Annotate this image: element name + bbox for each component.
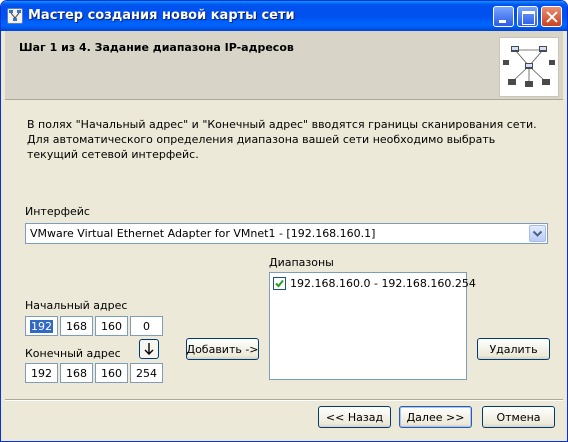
end-address-field[interactable]: 192 168 160 254 — [25, 363, 163, 383]
start-octet-1[interactable]: 192 — [25, 316, 58, 336]
start-address-field[interactable]: 192 168 160 0 — [25, 316, 163, 336]
wizard-body: В полях "Начальный адрес" и "Конечный ад… — [5, 101, 563, 399]
arrow-down-icon — [144, 343, 154, 355]
ranges-label: Диапазоны — [269, 256, 334, 269]
end-octet-4[interactable]: 254 — [130, 363, 163, 383]
step-title: Шаг 1 из 4. Задание диапазона IP-адресов — [19, 41, 294, 54]
close-button[interactable] — [541, 6, 562, 27]
copy-down-button[interactable] — [139, 339, 159, 359]
chevron-down-icon[interactable] — [529, 225, 546, 242]
start-octet-1-value: 192 — [30, 319, 53, 333]
back-button[interactable]: << Назад — [318, 406, 391, 428]
start-address-label: Начальный адрес — [25, 299, 128, 312]
network-diagram-image — [499, 37, 559, 97]
window-title: Мастер создания новой карты сети — [28, 8, 295, 23]
end-octet-2[interactable]: 168 — [60, 363, 93, 383]
description-text: В полях "Начальный адрес" и "Конечный ад… — [27, 118, 537, 161]
end-octet-1[interactable]: 192 — [25, 363, 58, 383]
add-range-button[interactable]: Добавить -> — [186, 338, 259, 360]
start-octet-2[interactable]: 168 — [60, 316, 93, 336]
cancel-button[interactable]: Отмена — [482, 406, 555, 428]
wizard-footer: << Назад Далее >> Отмена — [5, 401, 563, 439]
range-text: 192.168.160.0 - 192.168.160.254 — [290, 277, 476, 290]
next-button[interactable]: Далее >> — [399, 406, 472, 428]
minimize-button[interactable] — [493, 6, 514, 27]
remove-range-button[interactable]: Удалить — [477, 338, 550, 360]
wizard-window: Мастер создания новой карты сети Шаг 1 и… — [0, 0, 568, 442]
title-bar[interactable]: Мастер создания новой карты сети — [1, 1, 567, 31]
range-checkbox[interactable] — [273, 277, 286, 290]
interface-label: Интерфейс — [25, 205, 90, 218]
checkmark-icon — [275, 279, 284, 288]
end-address-label: Конечный адрес — [25, 347, 121, 360]
start-octet-4[interactable]: 0 — [130, 316, 163, 336]
end-octet-3[interactable]: 160 — [95, 363, 128, 383]
interface-select[interactable]: VMware Virtual Ethernet Adapter for VMne… — [25, 223, 548, 244]
ranges-list[interactable]: 192.168.160.0 - 192.168.160.254 — [269, 272, 476, 380]
wizard-header-panel: Шаг 1 из 4. Задание диапазона IP-адресов — [5, 31, 563, 99]
interface-selected-value: VMware Virtual Ethernet Adapter for VMne… — [30, 227, 376, 240]
wizard-header: Шаг 1 из 4. Задание диапазона IP-адресов — [5, 31, 563, 100]
maximize-button[interactable] — [517, 6, 538, 27]
list-item[interactable]: 192.168.160.0 - 192.168.160.254 — [273, 277, 476, 290]
start-octet-3[interactable]: 160 — [95, 316, 128, 336]
network-map-icon — [7, 8, 23, 24]
